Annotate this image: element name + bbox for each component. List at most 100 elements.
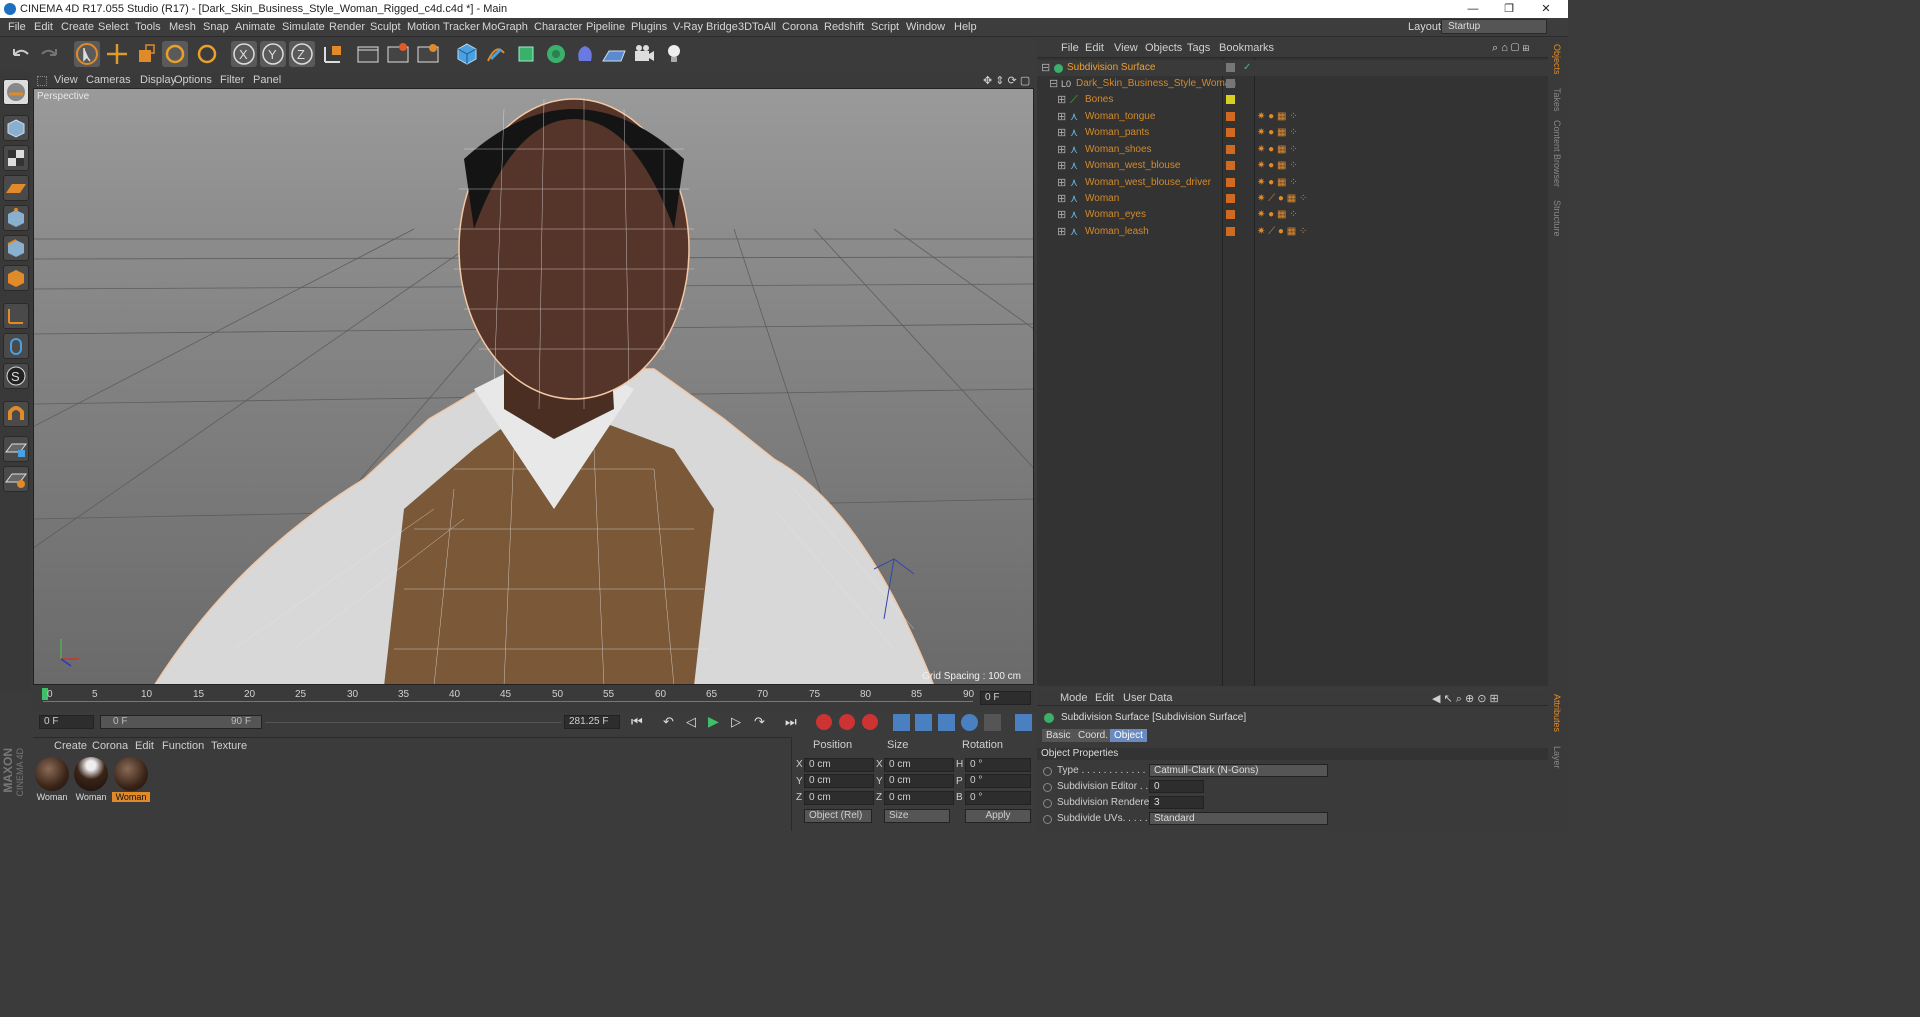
key-rotation-icon[interactable] — [938, 714, 955, 731]
rotation-p-field[interactable]: 0 ° — [965, 774, 1031, 788]
layer-color-swatch[interactable] — [1226, 194, 1235, 203]
object-tags[interactable]: ✷ ⟋ ● ▦ ⁘ — [1257, 191, 1307, 207]
record-icon[interactable] — [816, 714, 832, 730]
menu-motion-tracker[interactable]: Motion Tracker — [407, 21, 480, 33]
tab-takes[interactable]: Takes — [1552, 88, 1562, 112]
object-row-dark-skin-woman[interactable]: ⊟ L0 Dark_Skin_Business_Style_Woman — [1037, 76, 1548, 92]
layer-color-swatch[interactable] — [1226, 161, 1235, 170]
live-selection-icon[interactable] — [74, 41, 100, 67]
menu-3dtoall[interactable]: 3DToAll — [738, 21, 776, 33]
object-row-woman-pants[interactable]: ⊞ ⋏ Woman_pants ✷ ● ▦ ⁘ — [1037, 125, 1548, 141]
expand-icon[interactable]: ⊞ — [1057, 191, 1066, 207]
object-row-woman-west-blouse[interactable]: ⊞ ⋏ Woman_west_blouse ✷ ● ▦ ⁘ — [1037, 158, 1548, 174]
attr-menu-mode[interactable]: Mode — [1060, 692, 1088, 704]
key-parameter-icon[interactable] — [961, 714, 978, 731]
edges-mode-icon[interactable] — [3, 235, 29, 261]
material-menu-corona[interactable]: Corona — [92, 740, 128, 752]
material-menu-texture[interactable]: Texture — [211, 740, 247, 752]
menu-sculpt[interactable]: Sculpt — [370, 21, 401, 33]
animate-dot[interactable] — [1043, 767, 1052, 776]
render-picture-viewer-icon[interactable] — [385, 41, 411, 67]
menu-edit[interactable]: Edit — [34, 21, 53, 33]
workplane-grid-icon[interactable] — [3, 466, 29, 492]
object-tags[interactable]: ✷ ● ▦ ⁘ — [1257, 175, 1298, 191]
animate-dot[interactable] — [1043, 783, 1052, 792]
object-row-woman-eyes[interactable]: ⊞ ⋏ Woman_eyes ✷ ● ▦ ⁘ — [1037, 207, 1548, 223]
polygons-mode-icon[interactable] — [3, 265, 29, 291]
key-position-icon[interactable] — [893, 714, 910, 731]
apply-button[interactable]: Apply — [965, 809, 1031, 823]
objects-menu-view[interactable]: View — [1114, 42, 1138, 54]
object-row-woman-tongue[interactable]: ⊞ ⋏ Woman_tongue ✷ ● ▦ ⁘ — [1037, 109, 1548, 125]
collapse-icon[interactable]: ⊟ — [1041, 60, 1050, 76]
light-icon[interactable] — [661, 41, 687, 67]
menu-corona[interactable]: Corona — [782, 21, 818, 33]
viewport-menu-filter[interactable]: Filter — [220, 74, 244, 86]
range-slider[interactable]: 0 F 90 F — [100, 715, 262, 729]
objects-menu-edit[interactable]: Edit — [1085, 42, 1104, 54]
render-settings-icon[interactable] — [415, 41, 441, 67]
play-icon[interactable]: ▶ — [708, 713, 719, 730]
coordinate-system-icon[interactable] — [320, 41, 346, 67]
collapse-icon[interactable]: ⊟ — [1049, 76, 1058, 92]
timeline-window-icon[interactable] — [1015, 714, 1032, 731]
menu-window[interactable]: Window — [906, 21, 945, 33]
viewport-nav-icons[interactable]: ✥ ⇕ ⟳ ▢ — [983, 74, 1030, 87]
object-tags[interactable]: ✷ ⟋ ● ▦ ⁘ — [1257, 224, 1307, 240]
material-swatch[interactable]: Woman — [33, 757, 71, 805]
current-frame-field[interactable]: 0 F — [980, 691, 1031, 705]
rotation-b-field[interactable]: 0 ° — [965, 791, 1031, 805]
menu-script[interactable]: Script — [871, 21, 899, 33]
model-mode-icon[interactable] — [3, 115, 29, 141]
layer-color-swatch[interactable] — [1226, 128, 1235, 137]
tab-structure[interactable]: Structure — [1552, 200, 1562, 237]
menu-redshift[interactable]: Redshift — [824, 21, 864, 33]
expand-icon[interactable]: ⊞ — [1057, 224, 1066, 240]
menu-character[interactable]: Character — [534, 21, 582, 33]
material-swatch[interactable]: Woman — [112, 757, 150, 805]
object-row-bones[interactable]: ⊞ ⟋ Bones — [1037, 92, 1548, 108]
material-menu-edit[interactable]: Edit — [135, 740, 154, 752]
object-tags[interactable]: ✷ ● ▦ ⁘ — [1257, 142, 1298, 158]
z-axis-lock-icon[interactable]: Z — [289, 41, 315, 67]
rotate-tool-icon[interactable] — [162, 41, 188, 67]
menu-simulate[interactable]: Simulate — [282, 21, 325, 33]
material-menu-create[interactable]: Create — [54, 740, 87, 752]
magnet-icon[interactable] — [3, 401, 29, 427]
camera-icon[interactable] — [631, 41, 657, 67]
menu-help[interactable]: Help — [954, 21, 977, 33]
type-select[interactable]: Catmull-Clark (N-Gons) — [1149, 764, 1328, 777]
start-frame-field[interactable]: 0 F — [39, 715, 94, 729]
subdivision-surface-icon[interactable] — [513, 41, 539, 67]
object-row-subdivision-surface[interactable]: ⊟ Subdivision Surface ✓ — [1037, 60, 1548, 76]
object-tags[interactable]: ✷ ● ▦ ⁘ — [1257, 109, 1298, 125]
animate-dot[interactable] — [1043, 799, 1052, 808]
attr-menu-user-data[interactable]: User Data — [1123, 692, 1173, 704]
axis-mode-icon[interactable] — [3, 303, 29, 329]
material-swatch[interactable]: Woman — [72, 757, 110, 805]
menu-file[interactable]: File — [8, 21, 26, 33]
viewport-menu-cameras[interactable]: Cameras — [86, 74, 131, 86]
attr-menu-edit[interactable]: Edit — [1095, 692, 1114, 704]
menu-tools[interactable]: Tools — [135, 21, 161, 33]
workplane-mode-icon[interactable] — [3, 175, 29, 201]
viewport-menu-panel[interactable]: Panel — [253, 74, 281, 86]
tab-coord[interactable]: Coord. — [1074, 729, 1113, 742]
object-row-woman[interactable]: ⊞ ⋏ Woman ✷ ⟋ ● ▦ ⁘ — [1037, 191, 1548, 207]
object-tags[interactable]: ✷ ● ▦ ⁘ — [1257, 125, 1298, 141]
keyframe-selection-icon[interactable] — [862, 714, 878, 730]
tab-basic[interactable]: Basic — [1042, 729, 1075, 742]
close-button[interactable]: ✕ — [1528, 0, 1564, 18]
objects-search-icon[interactable]: ⌕ ⌂ ▢ ⊞ — [1492, 42, 1529, 55]
layout-select[interactable]: Startup — [1441, 19, 1547, 34]
prev-frame-icon[interactable]: ◁ — [686, 714, 696, 730]
spline-pen-icon[interactable] — [483, 41, 509, 67]
cloner-icon[interactable] — [543, 41, 569, 67]
menu-render[interactable]: Render — [329, 21, 365, 33]
expand-icon[interactable]: ⊞ — [1057, 109, 1066, 125]
object-tags[interactable]: ✷ ● ▦ ⁘ — [1257, 158, 1298, 174]
tab-layer[interactable]: Layer — [1552, 746, 1562, 769]
points-mode-icon[interactable] — [3, 205, 29, 231]
tab-attributes[interactable]: Attributes — [1552, 694, 1562, 732]
minimize-button[interactable]: — — [1455, 0, 1491, 18]
